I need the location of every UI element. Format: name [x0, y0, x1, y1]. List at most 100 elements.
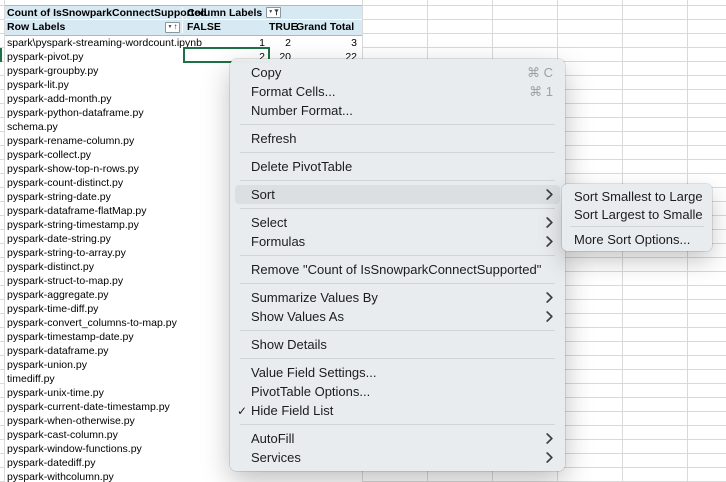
menu-item-show-details[interactable]: Show Details: [230, 335, 565, 354]
menu-divider: [240, 124, 555, 125]
menu-item-pivottable-options[interactable]: PivotTable Options...: [230, 382, 565, 401]
menu-item-label: Copy: [251, 65, 515, 80]
menu-divider: [570, 226, 704, 227]
menu-item-label: PivotTable Options...: [251, 384, 553, 399]
row-label[interactable]: pyspark-time-diff.py: [5, 303, 183, 315]
menu-item-services[interactable]: Services: [230, 448, 565, 467]
menu-item-label: Sort: [251, 187, 534, 202]
row-labels-text: Row Labels: [7, 21, 65, 33]
row-label[interactable]: pyspark-timestamp-date.py: [5, 331, 183, 343]
menu-item-label: Summarize Values By: [251, 290, 534, 305]
column-header-false[interactable]: FALSE: [183, 21, 269, 33]
menu-item-sort[interactable]: Sort: [235, 185, 560, 204]
submenu-chevron-icon: [546, 236, 553, 247]
menu-item-value-field-settings[interactable]: Value Field Settings...: [230, 363, 565, 382]
sort-submenu: Sort Smallest to LargestSort Largest to …: [562, 184, 712, 251]
submenu-chevron-icon: [546, 189, 553, 200]
selected-row-indicator: [0, 48, 2, 62]
row-label[interactable]: schema.py: [5, 121, 183, 133]
row-label[interactable]: pyspark-convert_columns-to-map.py: [5, 317, 183, 329]
menu-divider: [240, 330, 555, 331]
menu-item-number-format[interactable]: Number Format...: [230, 101, 565, 120]
menu-item-formulas[interactable]: Formulas: [230, 232, 565, 251]
row-label[interactable]: pyspark-window-functions.py: [5, 443, 183, 455]
menu-item-hide-field-list[interactable]: ✓Hide Field List: [230, 401, 565, 420]
row-label[interactable]: pyspark-cast-column.py: [5, 429, 183, 441]
menu-item-label: More Sort Options...: [574, 232, 702, 247]
menu-item-copy[interactable]: Copy ⌘ C: [230, 63, 565, 82]
row-label[interactable]: timediff.py: [5, 373, 183, 385]
dropdown-arrow-icon: ▼: [168, 25, 173, 30]
submenu-chevron-icon: [546, 311, 553, 322]
menu-item-label: Delete PivotTable: [251, 159, 553, 174]
row-label[interactable]: pyspark-show-top-n-rows.py: [5, 163, 183, 175]
menu-item-select[interactable]: Select: [230, 213, 565, 232]
row-label[interactable]: pyspark-distinct.py: [5, 261, 183, 273]
menu-item-remove-count-of-issnowparkconnectsupported[interactable]: Remove "Count of IsSnowparkConnectSuppor…: [230, 260, 565, 279]
row-label[interactable]: pyspark-union.py: [5, 359, 183, 371]
sort-ascending-icon: ↑: [173, 23, 177, 31]
menu-item-sort-smallest-to-largest[interactable]: Sort Smallest to Largest: [562, 187, 712, 205]
row-label[interactable]: pyspark-lit.py: [5, 79, 183, 91]
column-header-true[interactable]: TRUE: [269, 21, 295, 33]
menu-item-show-values-as[interactable]: Show Values As: [230, 307, 565, 326]
pivot-table-header: Count of IsSnowparkConnectSupported Colu…: [5, 5, 362, 36]
pivot-title-label: Count of IsSnowparkConnectSupported: [7, 7, 207, 19]
menu-divider: [240, 180, 555, 181]
submenu-chevron-icon: [546, 217, 553, 228]
value-cell[interactable]: 2: [269, 37, 295, 49]
menu-divider: [240, 208, 555, 209]
submenu-chevron-icon: [546, 433, 553, 444]
row-label[interactable]: pyspark-string-date.py: [5, 191, 183, 203]
row-label[interactable]: pyspark-withcolumn.py: [5, 471, 183, 482]
row-label[interactable]: pyspark-when-otherwise.py: [5, 415, 183, 427]
row-labels-cell[interactable]: Row Labels ▼ ↑: [5, 21, 183, 33]
menu-item-label: Remove "Count of IsSnowparkConnectSuppor…: [251, 262, 553, 277]
menu-divider: [240, 358, 555, 359]
row-label[interactable]: pyspark-rename-column.py: [5, 135, 183, 147]
submenu-chevron-icon: [546, 452, 553, 463]
row-label[interactable]: pyspark-python-dataframe.py: [5, 107, 183, 119]
menu-item-sort-largest-to-smallest[interactable]: Sort Largest to Smallest: [562, 205, 712, 223]
menu-item-format-cells[interactable]: Format Cells...⌘ 1: [230, 82, 565, 101]
excel-worksheet-screen: Count of IsSnowparkConnectSupported Colu…: [0, 0, 726, 482]
dropdown-arrow-icon: ▼: [268, 10, 273, 15]
menu-item-label: Show Values As: [251, 309, 534, 324]
row-label[interactable]: pyspark-count-distinct.py: [5, 177, 183, 189]
row-label[interactable]: pyspark-struct-to-map.py: [5, 275, 183, 287]
row-label[interactable]: pyspark-pivot.py: [5, 51, 183, 63]
column-labels-cell[interactable]: Column Labels ▼: [183, 7, 362, 19]
row-label[interactable]: pyspark-date-string.py: [5, 233, 183, 245]
pivot-title-cell[interactable]: Count of IsSnowparkConnectSupported: [5, 7, 183, 19]
menu-item-label: Formulas: [251, 234, 534, 249]
menu-item-autofill[interactable]: AutoFill: [230, 429, 565, 448]
pivot-header-row-1: Count of IsSnowparkConnectSupported Colu…: [5, 6, 362, 20]
menu-item-more-sort-options[interactable]: More Sort Options...: [562, 230, 712, 248]
keyboard-shortcut: ⌘ C: [527, 65, 553, 81]
row-label[interactable]: pyspark-dataframe.py: [5, 345, 183, 357]
row-label[interactable]: pyspark-dataframe-flatMap.py: [5, 205, 183, 217]
column-header-grand-total[interactable]: Grand Total: [295, 21, 361, 33]
menu-item-label: Select: [251, 215, 534, 230]
row-label[interactable]: pyspark-groupby.py: [5, 65, 183, 77]
row-label[interactable]: pyspark-aggregate.py: [5, 289, 183, 301]
row-label[interactable]: pyspark-string-to-array.py: [5, 247, 183, 259]
menu-item-label: AutoFill: [251, 431, 534, 446]
menu-item-refresh[interactable]: Refresh: [230, 129, 565, 148]
submenu-chevron-icon: [546, 292, 553, 303]
row-label[interactable]: pyspark-collect.py: [5, 149, 183, 161]
row-label[interactable]: pyspark-string-timestamp.py: [5, 219, 183, 231]
row-label[interactable]: pyspark-add-month.py: [5, 93, 183, 105]
row-label[interactable]: pyspark-datediff.py: [5, 457, 183, 469]
value-cell[interactable]: 3: [295, 37, 361, 49]
menu-item-label: Show Details: [251, 337, 553, 352]
row-label[interactable]: pyspark-unix-time.py: [5, 387, 183, 399]
table-row-pyspark-withcolumn-py[interactable]: pyspark-withcolumn.py: [5, 470, 362, 482]
menu-item-label: Number Format...: [251, 103, 553, 118]
row-label[interactable]: spark\pyspark-streaming-wordcount.ipynb: [5, 37, 183, 49]
row-labels-filter-button[interactable]: ▼ ↑: [165, 22, 180, 33]
column-labels-filter-button[interactable]: ▼: [266, 7, 281, 18]
menu-item-delete-pivottable[interactable]: Delete PivotTable: [230, 157, 565, 176]
row-label[interactable]: pyspark-current-date-timestamp.py: [5, 401, 183, 413]
menu-item-summarize-values-by[interactable]: Summarize Values By: [230, 288, 565, 307]
